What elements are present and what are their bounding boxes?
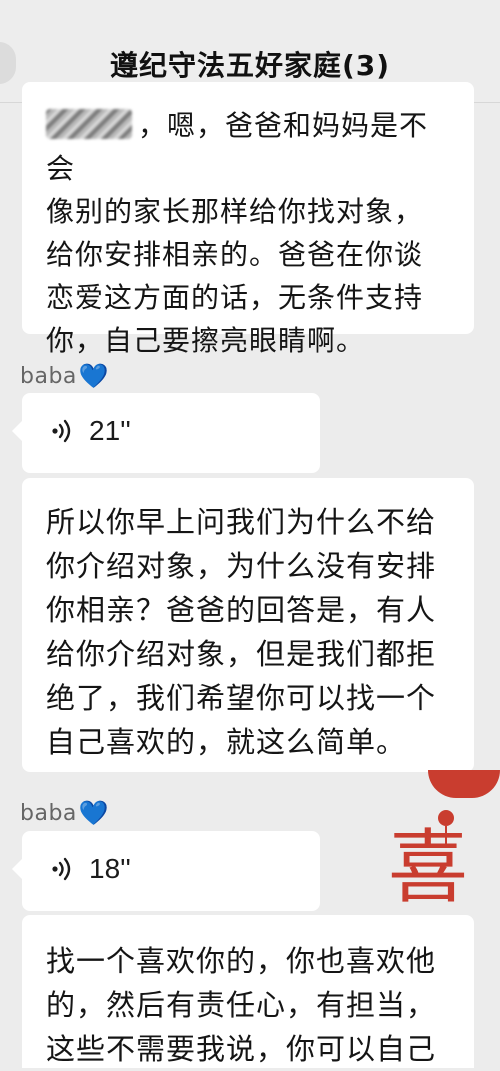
double-happiness-glyph: 喜 [388,821,468,914]
voice-duration-2: 18'' [89,853,131,884]
sender-name-2: baba💙 [20,799,109,827]
message-top-content: ，嗯，爸爸和妈妈是不会 像别的家长那样给你找对象， 给你安排相亲的。爸爸在你谈 … [46,109,429,357]
voice-message-2[interactable]: 18'' [12,831,320,911]
decor-ornament-top [428,770,500,798]
message-text-middle: 所以你早上问我们为什么不给 你介绍对象，为什么没有安排 你相亲？爸爸的回答是，有… [46,505,437,759]
voice-message-1[interactable]: 21'' [12,393,320,473]
message-bubble-middle[interactable]: 所以你早上问我们为什么不给 你介绍对象，为什么没有安排 你相亲？爸爸的回答是，有… [22,478,474,772]
voice-duration-1: 21'' [89,415,131,446]
message-text-bottom: 找一个喜欢你的，你也喜欢他 的，然后有责任心，有担当， 这些不需要我说，你可以自… [46,944,437,1066]
heart-icon: 💙 [78,362,110,390]
sender-name-text-1: baba [20,364,77,389]
message-text-top: ，嗯，爸爸和妈妈是不会 像别的家长那样给你找对象， 给你安排相亲的。爸爸在你谈 … [46,104,450,362]
chat-title: 遵纪守法五好家庭(3) [109,49,391,82]
double-happiness-decoration: 喜 [388,770,500,924]
voice-wave-icon [52,857,71,881]
message-bubble-bottom[interactable]: 找一个喜欢你的，你也喜欢他 的，然后有责任心，有担当， 这些不需要我说，你可以自… [22,915,474,1068]
message-bubble-top[interactable]: ，嗯，爸爸和妈妈是不会 像别的家长那样给你找对象， 给你安排相亲的。爸爸在你谈 … [22,82,474,357]
sender-name-1: baba💙 [20,362,109,390]
sender-name-text-2: baba [20,801,77,826]
heart-icon: 💙 [78,799,110,827]
voice-wave-icon [52,419,71,443]
redacted-name-blur [46,109,132,139]
